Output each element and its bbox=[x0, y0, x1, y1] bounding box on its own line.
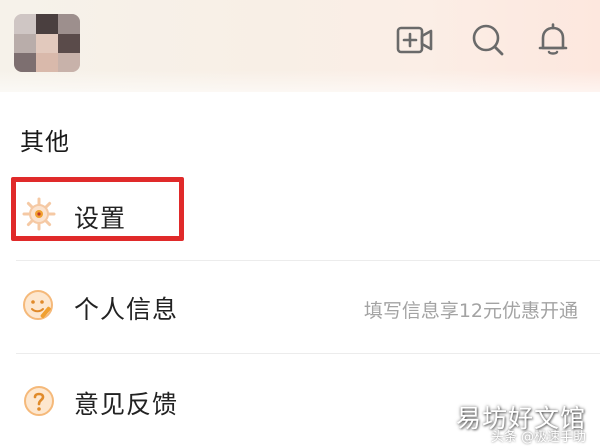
watermark: 易坊好文馆 头条 @极速手助 bbox=[436, 399, 586, 445]
question-icon bbox=[22, 384, 56, 418]
menu-item-feedback-label: 意见反馈 bbox=[74, 390, 179, 419]
video-add-icon bbox=[396, 26, 433, 54]
profile-hint: 填写信息享12元优惠开通 bbox=[363, 300, 578, 322]
bell-icon bbox=[538, 23, 568, 55]
me-page: 其他 设置 个人信息 填写信息享12元优惠开通 意见反馈 易坊好文馆 头条 @极… bbox=[0, 0, 600, 447]
divider bbox=[16, 260, 600, 261]
menu-item-profile[interactable]: 个人信息 填写信息享12元优惠开通 bbox=[0, 266, 600, 346]
section-title: 其他 bbox=[20, 128, 70, 156]
video-add-button[interactable] bbox=[395, 20, 435, 60]
smiley-pen-icon bbox=[22, 288, 56, 322]
search-icon bbox=[472, 24, 504, 56]
header-fade bbox=[0, 70, 600, 110]
search-button[interactable] bbox=[468, 20, 508, 60]
divider bbox=[16, 353, 600, 354]
notification-button[interactable] bbox=[533, 20, 573, 60]
watermark-sub: 头条 @极速手助 bbox=[490, 430, 586, 445]
highlight-box bbox=[11, 177, 184, 241]
avatar[interactable] bbox=[14, 14, 80, 72]
menu-item-profile-label: 个人信息 bbox=[74, 295, 179, 324]
